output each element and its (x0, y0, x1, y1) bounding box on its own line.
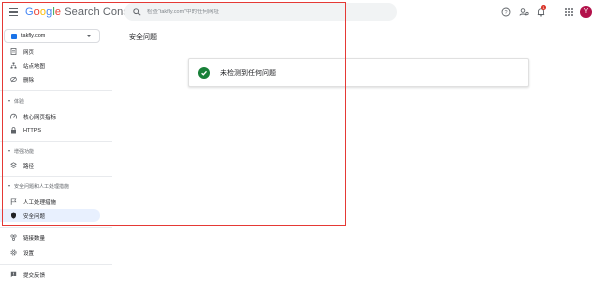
sidebar-item-security-issues[interactable]: 安全问题 (0, 209, 100, 222)
property-selector[interactable]: takfly.com (4, 29, 100, 43)
search-icon (133, 8, 141, 16)
property-name: takfly.com (21, 33, 46, 39)
settings-icon (10, 249, 17, 256)
users-icon[interactable] (519, 7, 529, 17)
feedback-icon (10, 271, 17, 278)
section-security[interactable]: 安全问题和人工处理措施 (0, 181, 69, 191)
sitemap-icon (10, 62, 17, 69)
status-message: 未检测到任何问题 (220, 69, 276, 77)
search-input[interactable] (147, 9, 367, 15)
collapse-icon (8, 100, 10, 102)
speed-icon (10, 113, 17, 120)
links-icon (10, 234, 17, 241)
sidebar-item-pages[interactable]: 网页 (0, 45, 100, 58)
doc-icon (10, 48, 17, 55)
svg-text:?: ? (504, 10, 507, 16)
notification-badge: 1 (541, 5, 546, 10)
sidebar-item-manual-actions[interactable]: 人工处理措施 (0, 195, 100, 208)
sidebar-item-links[interactable]: 链接数量 (0, 231, 100, 244)
menu-icon[interactable] (9, 8, 18, 16)
sidebar-item-sitemaps[interactable]: 站点地图 (0, 59, 100, 72)
sidebar: takfly.com 网页 站点地图 删除 体验 核心网页指标 HTTPS 增强… (0, 24, 112, 286)
divider (0, 90, 112, 91)
avatar[interactable]: Y (580, 6, 592, 18)
status-card: 未检测到任何问题 (188, 58, 529, 87)
divider (0, 176, 112, 177)
sidebar-item-removals[interactable]: 删除 (0, 73, 100, 86)
top-bar: Google Search Console ? 1 Y (0, 0, 600, 24)
layers-icon (10, 162, 17, 169)
sidebar-item-core-web-vitals[interactable]: 核心网页指标 (0, 110, 100, 123)
property-favicon (11, 33, 17, 39)
collapse-icon (8, 185, 10, 187)
section-enhancements[interactable]: 增强功能 (0, 146, 34, 156)
sidebar-item-settings[interactable]: 设置 (0, 246, 100, 259)
divider (0, 227, 112, 228)
check-circle-icon (198, 66, 210, 79)
section-experience[interactable]: 体验 (0, 96, 24, 106)
page-title: 安全问题 (129, 34, 157, 41)
sidebar-item-feedback[interactable]: 提交反馈 (0, 268, 100, 281)
sidebar-item-https[interactable]: HTTPS (0, 124, 100, 137)
sidebar-item-breadcrumbs[interactable]: 路径 (0, 159, 100, 172)
shield-icon (10, 212, 17, 219)
apps-grid-icon[interactable] (565, 8, 573, 16)
flag-icon (10, 198, 17, 205)
help-icon[interactable]: ? (501, 7, 511, 17)
divider (0, 141, 112, 142)
lock-icon (10, 127, 17, 134)
remove-icon (10, 76, 17, 83)
url-inspect-search[interactable] (124, 3, 397, 21)
divider (0, 264, 112, 265)
collapse-icon (8, 150, 10, 152)
chevron-down-icon (87, 35, 91, 37)
